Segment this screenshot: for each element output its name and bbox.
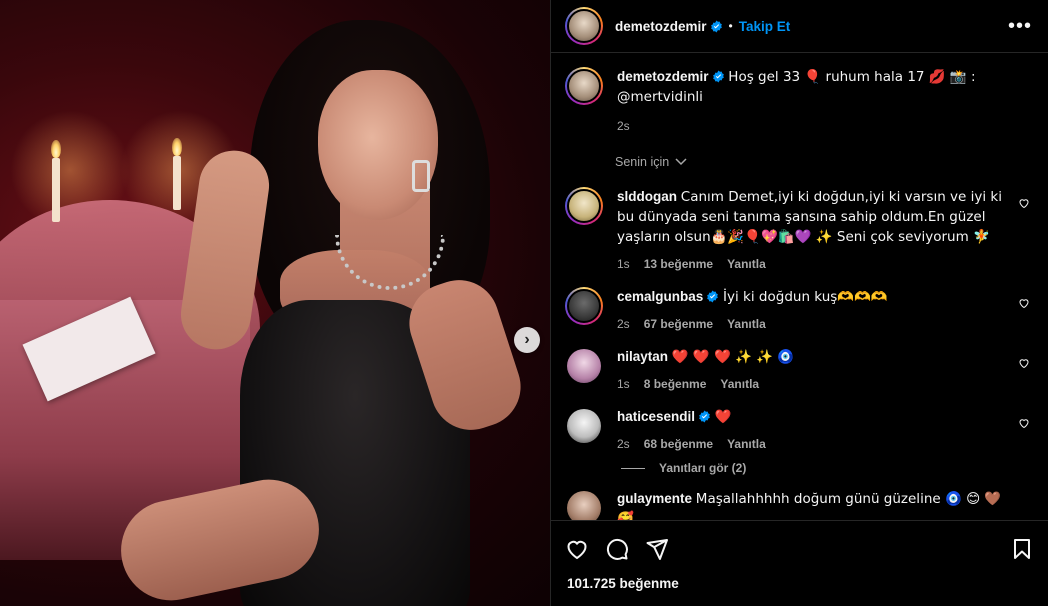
heart-icon[interactable]	[1018, 417, 1030, 429]
comment-time: 2s	[617, 317, 630, 331]
candle-flame	[172, 138, 182, 156]
view-replies-button[interactable]: Yanıtları gör (2)	[621, 461, 1032, 475]
view-replies-label: Yanıtları gör (2)	[659, 461, 747, 475]
candle	[173, 156, 181, 210]
caption-row: demetozdemir Hoş gel 33 🎈 ruhum hala 17 …	[565, 67, 1032, 133]
separator-dot: •	[728, 19, 733, 33]
comments-list: demetozdemir Hoş gel 33 🎈 ruhum hala 17 …	[551, 53, 1048, 520]
comment-time: 1s	[617, 377, 630, 391]
caption-timestamp: 2s	[617, 119, 630, 133]
comment-time: 2s	[617, 437, 630, 451]
comment-item: haticesendil ❤️ 2s 68 beğenme Yanıtla	[565, 407, 1032, 451]
avatar[interactable]	[565, 187, 603, 225]
earring	[412, 160, 430, 192]
comment-text: İyi ki doğdun kuş🫶🫶🫶	[723, 289, 888, 305]
follow-button[interactable]: Takip Et	[739, 19, 791, 34]
comment-likes[interactable]: 8 beğenme	[644, 377, 707, 391]
face	[318, 70, 438, 220]
post-header: demetozdemir • Takip Et •••	[551, 0, 1048, 53]
post-sidebar: demetozdemir • Takip Et ••• demetozdemir…	[550, 0, 1048, 606]
comment-username[interactable]: nilaytan	[617, 349, 668, 364]
verified-icon	[710, 20, 722, 32]
action-bar	[551, 520, 1048, 576]
replies-divider	[621, 467, 645, 469]
author-username[interactable]: demetozdemir	[615, 19, 707, 34]
heart-icon[interactable]	[565, 537, 589, 561]
avatar[interactable]	[567, 349, 601, 383]
candle	[52, 158, 60, 222]
avatar[interactable]	[565, 67, 603, 105]
comment-icon[interactable]	[605, 537, 629, 561]
comment-item: gulaymente Maşallahhhhh doğum günü güzel…	[565, 489, 1032, 520]
comment-likes[interactable]: 13 beğenme	[644, 257, 713, 271]
for-you-filter[interactable]: Senin için	[615, 155, 1032, 169]
comment-username[interactable]: haticesendil	[617, 409, 695, 424]
reply-button[interactable]: Yanıtla	[727, 437, 766, 451]
avatar[interactable]	[567, 491, 601, 520]
comment-text: ❤️	[714, 409, 732, 425]
avatar[interactable]	[567, 409, 601, 443]
comment-item: slddogan Canım Demet,iyi ki doğdun,iyi k…	[565, 187, 1032, 271]
heart-icon[interactable]	[1018, 197, 1030, 209]
comment-username[interactable]: gulaymente	[617, 491, 692, 506]
instagram-post-modal: › demetozdemir • Takip Et ••• demetozdem…	[0, 0, 1048, 606]
candle-flame	[51, 140, 61, 158]
more-icon[interactable]: •••	[1008, 16, 1032, 36]
verified-icon	[712, 70, 724, 83]
comment-likes[interactable]: 67 beğenme	[644, 317, 713, 331]
avatar[interactable]	[565, 7, 603, 45]
caption-username[interactable]: demetozdemir	[617, 69, 709, 84]
share-icon[interactable]	[645, 537, 669, 561]
reply-button[interactable]: Yanıtla	[727, 317, 766, 331]
chevron-right-icon: ›	[524, 331, 530, 348]
next-photo-button[interactable]: ›	[514, 327, 540, 353]
reply-button[interactable]: Yanıtla	[727, 257, 766, 271]
heart-icon[interactable]	[1018, 297, 1030, 309]
bookmark-icon[interactable]	[1010, 537, 1034, 561]
avatar[interactable]	[565, 287, 603, 325]
post-photo[interactable]: ›	[0, 0, 550, 606]
comment-likes[interactable]: 68 beğenme	[644, 437, 713, 451]
comment-username[interactable]: slddogan	[617, 189, 677, 204]
comment-username[interactable]: cemalgunbas	[617, 289, 703, 304]
comment-time: 1s	[617, 257, 630, 271]
comment-text: ❤️ ❤️ ❤️ ✨ ✨ 🧿	[671, 349, 795, 365]
reply-button[interactable]: Yanıtla	[720, 377, 759, 391]
chevron-down-icon	[675, 158, 687, 166]
likes-count[interactable]: 101.725 beğenme	[551, 576, 1048, 606]
comment-item: cemalgunbas İyi ki doğdun kuş🫶🫶🫶 2s 67 b…	[565, 287, 1032, 331]
for-you-label: Senin için	[615, 155, 670, 169]
heart-icon[interactable]	[1018, 357, 1030, 369]
verified-icon	[699, 410, 710, 423]
verified-icon	[707, 290, 719, 303]
comment-item: nilaytan ❤️ ❤️ ❤️ ✨ ✨ 🧿 1s 8 beğenme Yan…	[565, 347, 1032, 391]
